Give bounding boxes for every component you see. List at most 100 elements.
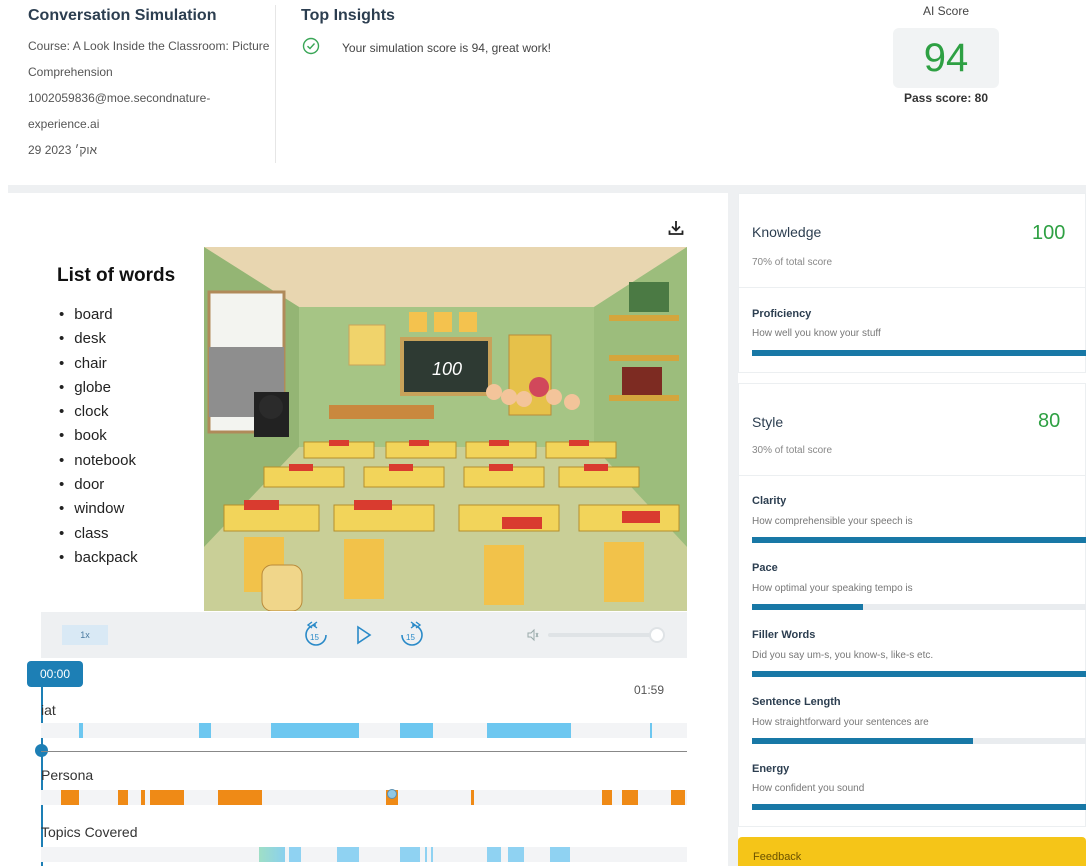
word-item: chair xyxy=(57,352,138,376)
track-segment[interactable] xyxy=(61,790,79,805)
metric-title: Sentence Length xyxy=(752,696,841,708)
track-segment[interactable] xyxy=(271,723,359,738)
user-email-cont: experience.ai xyxy=(28,117,100,131)
feedback-tab[interactable]: Feedback xyxy=(738,837,1086,866)
metric-title: Energy xyxy=(752,763,790,775)
metric-bar-fill xyxy=(752,671,1086,677)
word-item: backpack xyxy=(57,546,137,570)
track-segment[interactable] xyxy=(400,723,433,738)
track-segment[interactable] xyxy=(602,790,612,805)
metric-description: How comprehensible your speech is xyxy=(752,516,913,527)
metric-bar-fill xyxy=(752,350,1086,356)
metric-bar-fill xyxy=(752,604,863,610)
track-segment[interactable] xyxy=(79,723,83,738)
metric-title: Filler Words xyxy=(752,629,816,641)
track-segment[interactable] xyxy=(487,847,501,862)
metric-bar-fill xyxy=(752,738,974,744)
persona-marker-icon[interactable] xyxy=(387,789,397,799)
track-segment[interactable] xyxy=(622,790,638,805)
course-line: Course: A Look Inside the Classroom: Pic… xyxy=(28,39,270,53)
metric-bar-track xyxy=(752,671,1086,677)
ai-score-label: AI Score xyxy=(922,4,970,18)
playback-speed-button[interactable]: 1x xyxy=(62,625,108,645)
chalkboard-text: 100 xyxy=(432,359,462,379)
metric-bar-track xyxy=(752,350,1086,356)
metric-bar-fill xyxy=(752,537,1086,543)
metric-title: Proficiency xyxy=(752,308,812,320)
download-icon[interactable] xyxy=(666,218,686,243)
metric-description: How optimal your speaking tempo is xyxy=(752,583,913,594)
metric-bar-track xyxy=(752,738,1086,744)
word-item: class xyxy=(57,522,138,546)
word-item: notebook xyxy=(57,449,138,473)
insight-text: Your simulation score is 94, great work! xyxy=(342,40,551,55)
current-time-badge: 00:00 xyxy=(27,661,83,687)
word-item: desk xyxy=(57,327,138,351)
play-icon[interactable] xyxy=(355,625,373,650)
classroom-illustration: 100 xyxy=(204,247,687,611)
track-segment[interactable] xyxy=(487,723,571,738)
volume-slider[interactable] xyxy=(548,633,664,637)
track-segment[interactable] xyxy=(471,790,474,805)
style-weight: 30% of total score xyxy=(752,445,833,456)
word-item: board xyxy=(57,303,138,327)
track-segment[interactable] xyxy=(400,847,420,862)
insight-item: Your simulation score is 94, great work! xyxy=(302,37,551,58)
track-segment[interactable] xyxy=(199,723,211,738)
user-email: 1002059836@moe.secondnature- xyxy=(28,91,211,105)
metric-title: Pace xyxy=(752,562,778,574)
rewind-15-icon[interactable]: 15 xyxy=(303,620,329,653)
metric-bar-track xyxy=(752,604,1086,610)
track-segment[interactable] xyxy=(671,790,685,805)
word-item: window xyxy=(57,497,138,521)
forward-15-icon[interactable]: 15 xyxy=(399,620,425,653)
metric-bar-track xyxy=(752,804,1086,810)
track-segment[interactable] xyxy=(337,847,359,862)
knowledge-panel: Knowledge 100 70% of total score Profici… xyxy=(738,193,1086,373)
metric-title: Clarity xyxy=(752,495,787,507)
track-label-iat: iat xyxy=(41,702,56,718)
word-item: book xyxy=(57,424,138,448)
track-segment[interactable] xyxy=(150,790,184,805)
column-gutter xyxy=(728,193,738,866)
track-divider xyxy=(41,751,687,752)
panel-divider xyxy=(739,287,1086,288)
track-label-topics: Topics Covered xyxy=(41,824,138,840)
volume-slider-handle[interactable] xyxy=(649,627,665,643)
track-segment[interactable] xyxy=(259,847,285,862)
track-segment[interactable] xyxy=(141,790,145,805)
track-segment[interactable] xyxy=(289,847,301,862)
track-segment[interactable] xyxy=(508,847,524,862)
ai-score-value: 94 xyxy=(923,35,969,80)
word-list: board desk chair globe clock book notebo… xyxy=(57,303,138,570)
track-segment[interactable] xyxy=(425,847,427,862)
metric-description: Did you say um-s, you know-s, like-s etc… xyxy=(752,650,934,661)
metric-bar-track xyxy=(752,537,1086,543)
insights-title: Top Insights xyxy=(301,7,395,24)
track-segment[interactable] xyxy=(650,723,652,738)
track-segment[interactable] xyxy=(431,847,433,862)
header-divider xyxy=(275,5,276,163)
style-panel: Style 80 30% of total score Clarity How … xyxy=(738,383,1086,827)
track-segment[interactable] xyxy=(218,790,262,805)
track-topics[interactable] xyxy=(41,847,687,862)
svg-text:15: 15 xyxy=(310,633,319,642)
track-segment[interactable] xyxy=(550,847,570,862)
metric-description: How confident you sound xyxy=(752,783,865,794)
track-label-persona: Persona xyxy=(41,767,94,783)
page-title: Conversation Simulation xyxy=(28,7,217,24)
word-item: clock xyxy=(57,400,138,424)
volume-icon[interactable] xyxy=(526,628,540,647)
svg-text:15: 15 xyxy=(406,633,415,642)
course-line-cont: Comprehension xyxy=(28,65,113,79)
track-segment[interactable] xyxy=(118,790,128,805)
word-list-title: List of words xyxy=(57,265,176,286)
word-item: door xyxy=(57,473,138,497)
track-persona[interactable] xyxy=(41,790,687,805)
style-score: 80 xyxy=(1038,410,1061,432)
metric-description: How well you know your stuff xyxy=(752,328,881,339)
panel-divider xyxy=(739,475,1086,476)
track-iat[interactable] xyxy=(41,723,687,738)
knowledge-title: Knowledge xyxy=(752,224,822,240)
session-date: 29 אוק׳ 2023 xyxy=(28,143,98,157)
